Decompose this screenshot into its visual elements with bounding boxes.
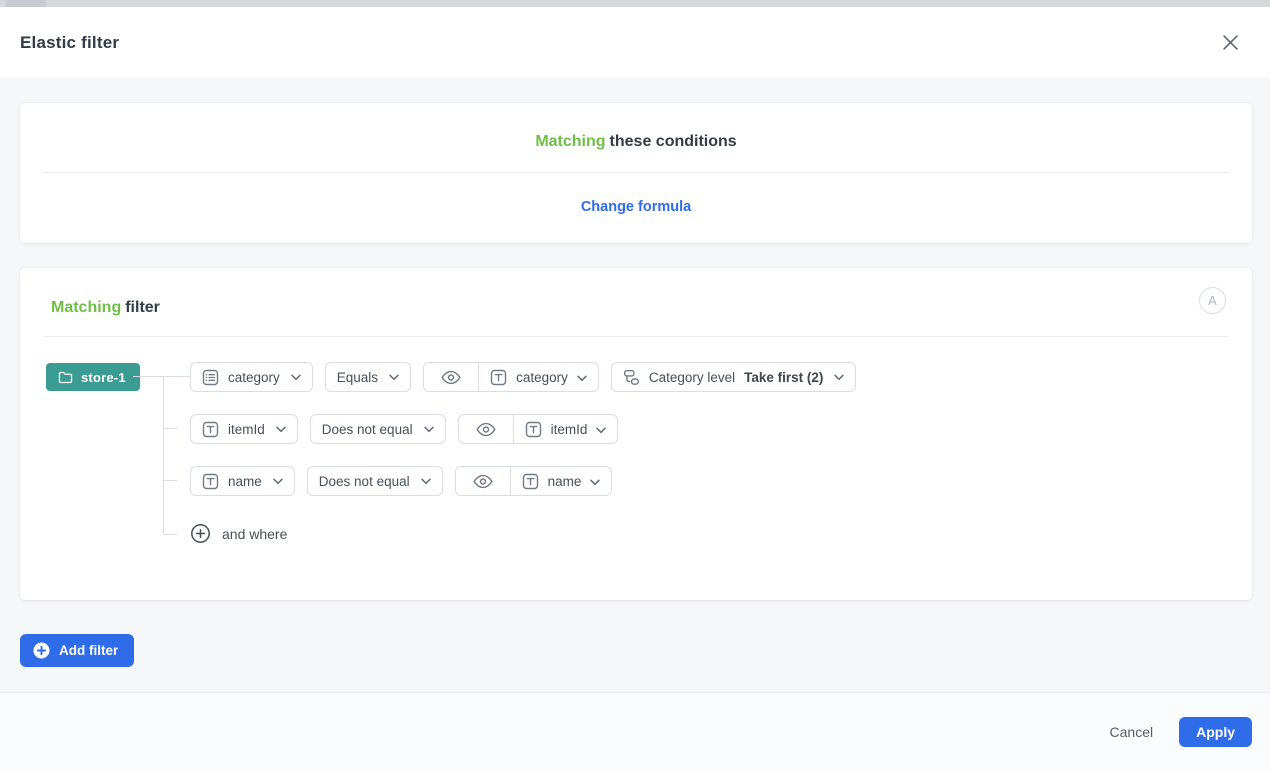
folder-icon [58, 371, 73, 384]
condition-row: name Does not equal [190, 466, 856, 496]
condition-row: itemId Does not equal [190, 414, 856, 444]
chevron-down-icon [596, 422, 606, 437]
text-icon [202, 421, 219, 438]
category-level-value: Take first (2) [744, 370, 823, 385]
cancel-button[interactable]: Cancel [1110, 724, 1154, 740]
field-select[interactable]: itemId [190, 414, 298, 444]
operator-select-label: Equals [337, 370, 378, 385]
text-icon [490, 369, 507, 386]
field-select[interactable]: category [190, 362, 313, 392]
eye-icon[interactable] [459, 415, 513, 443]
chevron-down-icon [421, 478, 431, 485]
operator-select-label: Does not equal [322, 422, 413, 437]
text-icon [522, 473, 539, 490]
formula-card: Matching these conditions Change formula [20, 103, 1252, 243]
modal-footer: Cancel Apply [0, 692, 1270, 770]
add-filter-label: Add filter [59, 643, 118, 658]
list-icon [202, 369, 219, 386]
and-where-label: and where [222, 526, 287, 542]
eye-icon[interactable] [456, 467, 510, 495]
page-title: Elastic filter [20, 33, 119, 53]
text-icon [525, 421, 542, 438]
value-select[interactable]: category [479, 363, 598, 391]
chevron-down-icon [276, 426, 286, 433]
tree-connector [133, 376, 197, 377]
eye-icon[interactable] [424, 363, 478, 391]
filter-card-title: Matchingfilter A [20, 268, 1252, 317]
plus-circle-icon [33, 642, 50, 659]
category-level-select[interactable]: Category level Take first (2) [611, 362, 857, 392]
operator-select-label: Does not equal [319, 474, 410, 489]
chevron-down-icon [291, 374, 301, 381]
operator-select[interactable]: Does not equal [307, 466, 443, 496]
modal-header: Elastic filter [0, 7, 1270, 78]
filter-mode-toggle[interactable]: Matching [51, 299, 121, 316]
apply-button[interactable]: Apply [1179, 717, 1252, 747]
chevron-down-icon [424, 426, 434, 433]
value-group: category [423, 362, 599, 392]
close-icon[interactable] [1216, 29, 1244, 57]
chevron-down-icon [590, 474, 600, 489]
value-group: itemId [458, 414, 619, 444]
text-icon [202, 473, 219, 490]
add-filter-button[interactable]: Add filter [20, 634, 134, 667]
field-select-label: category [228, 370, 280, 385]
filter-card: Matchingfilter A store-1 [20, 268, 1252, 600]
divider [44, 172, 1228, 173]
source-tag[interactable]: store-1 [46, 363, 140, 391]
tree-connector [163, 480, 177, 481]
formula-title-suffix: these conditions [610, 133, 737, 150]
hierarchy-icon [623, 369, 640, 386]
background-page-edge [0, 0, 1270, 7]
value-group: name [455, 466, 613, 496]
filter-tree: store-1 category [20, 337, 1252, 576]
tree-connector [163, 376, 164, 535]
filter-title-suffix: filter [125, 299, 160, 316]
filter-id-badge: A [1199, 287, 1226, 314]
value-select[interactable]: itemId [514, 415, 618, 443]
and-where-button[interactable]: and where [190, 523, 287, 544]
formula-mode-toggle[interactable]: Matching [535, 133, 605, 150]
source-tag-label: store-1 [81, 370, 126, 385]
tree-connector [163, 428, 177, 429]
value-select-label: itemId [551, 422, 588, 437]
formula-title: Matching these conditions [20, 103, 1252, 151]
value-select-label: category [516, 370, 568, 385]
field-select-label: name [228, 474, 262, 489]
chevron-down-icon [389, 374, 399, 381]
operator-select[interactable]: Equals [325, 362, 411, 392]
value-select-label: name [548, 474, 582, 489]
field-select-label: itemId [228, 422, 265, 437]
chevron-down-icon [834, 374, 844, 381]
background-tab-fragment [6, 0, 46, 7]
chevron-down-icon [577, 370, 587, 385]
condition-row: category Equals [190, 362, 856, 392]
modal-body: Matchingthese conditions Change formula … [0, 78, 1270, 692]
condition-rows: category Equals [190, 362, 856, 518]
chevron-down-icon [273, 478, 283, 485]
category-level-label: Category level [649, 370, 735, 385]
operator-select[interactable]: Does not equal [310, 414, 446, 444]
tree-connector [163, 534, 177, 535]
value-select[interactable]: name [511, 467, 612, 495]
field-select[interactable]: name [190, 466, 295, 496]
change-formula-link[interactable]: Change formula [581, 199, 691, 215]
circle-plus-icon [190, 523, 211, 544]
